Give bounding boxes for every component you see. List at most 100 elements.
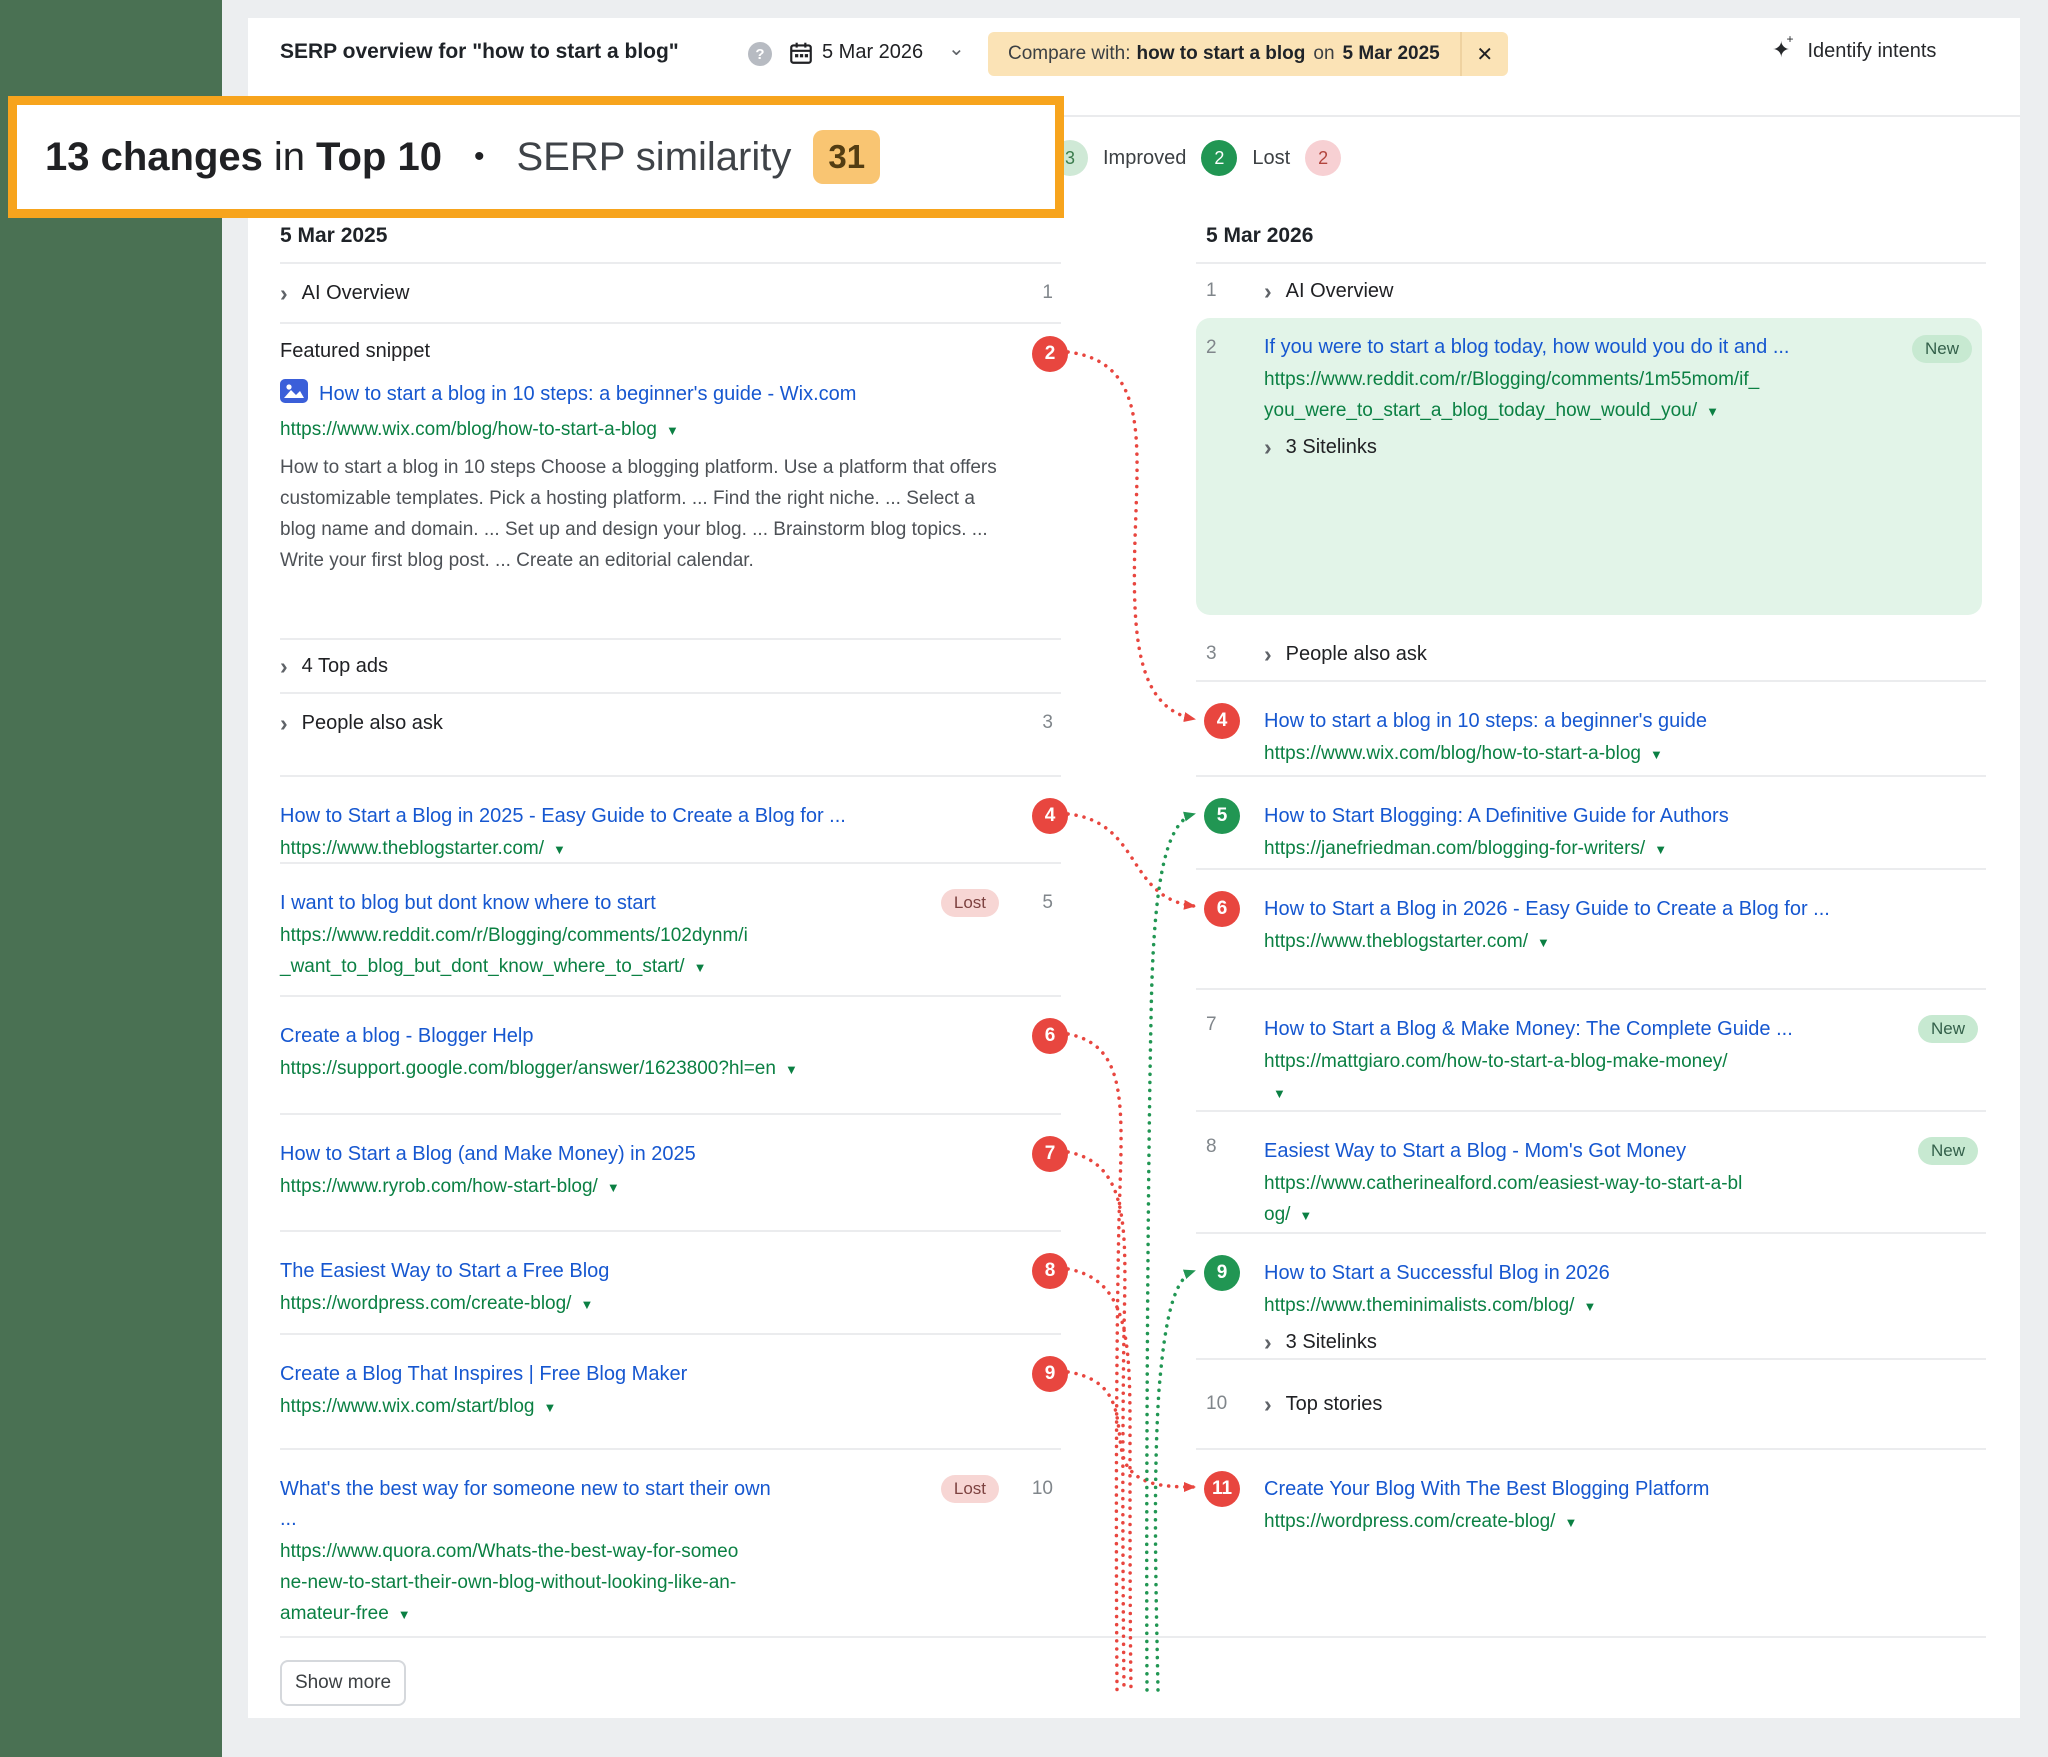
url-dropdown-caret[interactable]: ▼ <box>607 1172 620 1203</box>
result-title-link[interactable]: How to start a blog in 10 steps: a begin… <box>280 379 1061 412</box>
result-url-line: you_were_to_start_a_blog_today_how_would… <box>1264 395 1872 427</box>
result-url-line: https://www.theblogstarter.com/▼ <box>280 833 891 865</box>
result-title-link[interactable]: How to Start a Blog & Make Money: The Co… <box>1264 1014 1866 1044</box>
result-title-link[interactable]: How to Start a Blog in 2026 - Easy Guide… <box>1264 894 1866 924</box>
result-title-link[interactable]: What's the best way for someone new to s… <box>280 1474 891 1534</box>
left-result-row: Featured snippet2How to start a blog in … <box>280 322 1061 638</box>
compare-prefix: Compare with: <box>1008 43 1131 65</box>
result-url-line: https://janefriedman.com/blogging-for-wr… <box>1264 833 1866 865</box>
left-result-row: 6Create a blog - Blogger Helphttps://sup… <box>280 995 1061 1113</box>
changes-top10: Top 10 <box>316 135 442 180</box>
result-url-line: https://www.quora.com/Whats-the-best-way… <box>280 1536 891 1567</box>
url-dropdown-caret[interactable]: ▼ <box>666 415 679 446</box>
result-title-line: Easiest Way to Start a Blog - Mom's Got … <box>1264 1136 1866 1166</box>
identify-intents-button[interactable]: ✦+ Identify intents <box>1772 38 1936 64</box>
url-dropdown-caret[interactable]: ▼ <box>398 1599 411 1630</box>
result-title-line: How to Start Blogging: A Definitive Guid… <box>1264 801 1866 831</box>
url-dropdown-caret[interactable]: ▼ <box>580 1289 593 1320</box>
compare-on: on <box>1313 43 1334 65</box>
url-dropdown-caret[interactable]: ▼ <box>1706 396 1719 427</box>
result-title-link[interactable]: The Easiest Way to Start a Free Blog <box>280 1256 891 1286</box>
result-content: Create Your Blog With The Best Blogging … <box>1264 1474 1986 1538</box>
sitelinks-label: 3 Sitelinks <box>1286 1331 1377 1354</box>
section-label: 4 Top ads <box>302 655 388 678</box>
url-dropdown-caret[interactable]: ▼ <box>785 1054 798 1085</box>
result-title-link[interactable]: How to Start a Successful Blog in 2026 <box>1264 1258 1866 1288</box>
left-result-row: 4How to Start a Blog in 2025 - Easy Guid… <box>280 775 1061 862</box>
url-dropdown-caret[interactable]: ▼ <box>1537 927 1550 958</box>
left-result-row: 8The Easiest Way to Start a Free Bloghtt… <box>280 1230 1061 1333</box>
sitelinks-toggle[interactable]: ›3 Sitelinks <box>1264 436 1872 459</box>
result-title-link[interactable]: If you were to start a blog today, how w… <box>1264 332 1872 362</box>
show-more-button[interactable]: Show more <box>280 1660 406 1706</box>
date-selector[interactable]: 5 Mar 2026 <box>822 41 923 64</box>
url-dropdown-caret[interactable]: ▼ <box>1564 1507 1577 1538</box>
result-url-link[interactable]: https://www.quora.com/Whats-the-best-way… <box>280 1536 891 1630</box>
result-url-link[interactable]: https://www.reddit.com/r/Blogging/commen… <box>1264 364 1872 427</box>
help-icon[interactable]: ? <box>748 42 772 66</box>
result-title-link[interactable]: Create a Blog That Inspires | Free Blog … <box>280 1359 891 1389</box>
url-dropdown-caret[interactable]: ▼ <box>1299 1200 1312 1231</box>
result-title-link[interactable]: Create Your Blog With The Best Blogging … <box>1264 1474 1866 1504</box>
result-url-link[interactable]: https://www.reddit.com/r/Blogging/commen… <box>280 920 891 983</box>
left-section-row[interactable]: ›People also ask3 <box>280 692 1061 752</box>
result-title-link[interactable]: Create a blog - Blogger Help <box>280 1021 891 1051</box>
right-section-row[interactable]: 1›AI Overview <box>1196 262 1986 318</box>
result-title-line: What's the best way for someone new to s… <box>280 1474 891 1504</box>
position-badge-improved: 9 <box>1204 1255 1240 1291</box>
position-badge-dropped: 2 <box>1032 336 1068 372</box>
url-dropdown-caret[interactable]: ▼ <box>1654 834 1667 865</box>
result-title-link[interactable]: Easiest Way to Start a Blog - Mom's Got … <box>1264 1136 1866 1166</box>
sparkles-icon: ✦+ <box>1772 37 1797 63</box>
position-number: 10 <box>1032 1478 1053 1500</box>
result-title-link[interactable]: I want to blog but dont know where to st… <box>280 888 891 918</box>
page-title: SERP overview for "how to start a blog" <box>280 40 679 64</box>
result-title-link[interactable]: How to start a blog in 10 steps: a begin… <box>1264 706 1866 736</box>
result-url-line: https://www.theminimalists.com/blog/▼ <box>1264 1290 1866 1322</box>
url-dropdown-caret[interactable]: ▼ <box>694 952 707 983</box>
result-url-link[interactable]: https://www.theblogstarter.com/▼ <box>280 833 891 865</box>
result-url-link[interactable]: https://janefriedman.com/blogging-for-wr… <box>1264 833 1866 865</box>
result-content: How to Start a Blog in 2026 - Easy Guide… <box>1264 894 1986 958</box>
result-title-link[interactable]: How to Start a Blog (and Make Money) in … <box>280 1139 891 1169</box>
result-url-link[interactable]: https://wordpress.com/create-blog/▼ <box>280 1288 891 1320</box>
url-dropdown-caret[interactable]: ▼ <box>1650 739 1663 770</box>
calendar-icon <box>788 40 814 71</box>
section-label: People also ask <box>302 712 443 735</box>
result-url-line: https://support.google.com/blogger/answe… <box>280 1053 891 1085</box>
result-content: How to Start a Successful Blog in 2026ht… <box>1264 1258 1986 1354</box>
left-green-strip <box>0 0 222 1757</box>
result-url-link[interactable]: https://www.catherinealford.com/easiest-… <box>1264 1168 1866 1231</box>
improved-count-badge: 2 <box>1201 140 1237 176</box>
result-url-link[interactable]: https://www.wix.com/start/blog▼ <box>280 1391 891 1423</box>
compare-with-pill[interactable]: Compare with: how to start a blog on 5 M… <box>988 32 1508 76</box>
lost-label: Lost <box>1252 147 1290 170</box>
result-url-link[interactable]: https://support.google.com/blogger/answe… <box>280 1053 891 1085</box>
new-badge: New <box>1918 1137 1978 1165</box>
result-title-link[interactable]: How to Start a Blog in 2025 - Easy Guide… <box>280 801 891 831</box>
page: SERP overview for "how to start a blog" … <box>0 0 2048 1757</box>
left-result-row: 9Create a Blog That Inspires | Free Blog… <box>280 1333 1061 1448</box>
result-url-line: https://www.wix.com/blog/how-to-start-a-… <box>1264 738 1866 770</box>
url-dropdown-caret[interactable]: ▼ <box>1583 1291 1596 1322</box>
result-url-line: ne-new-to-start-their-own-blog-without-l… <box>280 1567 891 1598</box>
left-section-row[interactable]: ›4 Top ads <box>280 638 1061 692</box>
url-dropdown-caret[interactable]: ▼ <box>543 1392 556 1423</box>
bullet-separator: • <box>474 140 485 174</box>
right-section-row[interactable]: 3›People also ask <box>1196 628 1986 680</box>
sitelinks-toggle[interactable]: ›3 Sitelinks <box>1264 1331 1866 1354</box>
url-dropdown-caret[interactable]: ▼ <box>1273 1078 1286 1109</box>
result-url-link[interactable]: https://www.theminimalists.com/blog/▼ <box>1264 1290 1866 1322</box>
result-url-link[interactable]: https://www.ryrob.com/how-start-blog/▼ <box>280 1171 891 1203</box>
result-url-link[interactable]: https://www.wix.com/blog/how-to-start-a-… <box>1264 738 1866 770</box>
close-icon[interactable]: ✕ <box>1462 32 1508 76</box>
url-dropdown-caret[interactable]: ▼ <box>553 834 566 865</box>
result-url-link[interactable]: https://mattgiaro.com/how-to-start-a-blo… <box>1264 1046 1866 1109</box>
result-title-link[interactable]: How to Start Blogging: A Definitive Guid… <box>1264 801 1866 831</box>
result-url-link[interactable]: https://www.wix.com/blog/how-to-start-a-… <box>280 414 1061 446</box>
result-url-link[interactable]: https://wordpress.com/create-blog/▼ <box>1264 1506 1866 1538</box>
left-section-row[interactable]: ›AI Overview1 <box>280 262 1061 322</box>
result-url-link[interactable]: https://www.theblogstarter.com/▼ <box>1264 926 1866 958</box>
result-title-line: Create a blog - Blogger Help <box>280 1021 891 1051</box>
right-section-row[interactable]: 10›Top stories <box>1196 1358 1986 1448</box>
